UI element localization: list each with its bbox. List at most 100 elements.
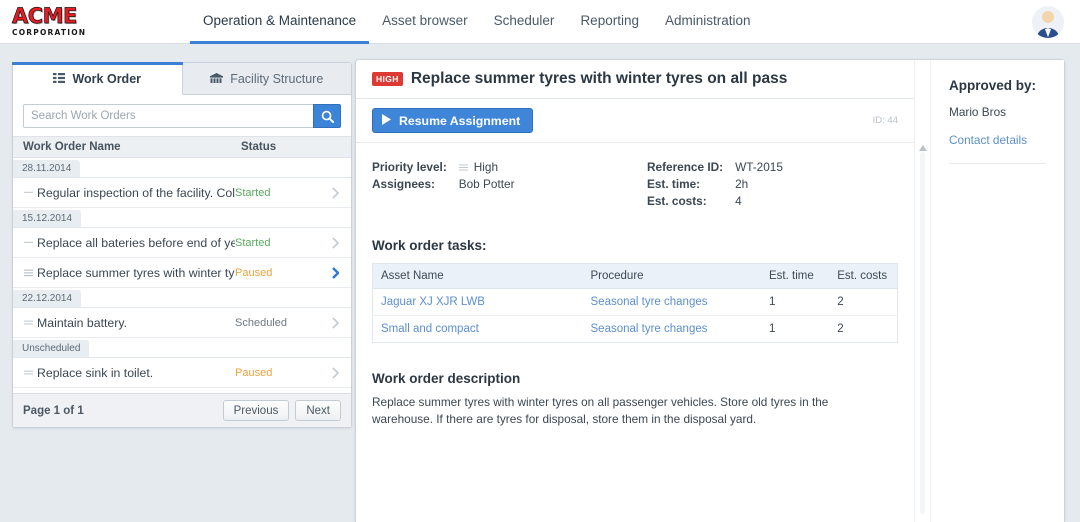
user-avatar-icon[interactable]	[1032, 6, 1064, 38]
task-asset-link[interactable]: Jaguar XJ XJR LWB	[372, 288, 583, 316]
tasks-col-est-time: Est. time	[761, 263, 830, 289]
tasks-col-est-costs: Est. costs	[829, 263, 898, 289]
meta-value-priority: High	[473, 160, 499, 174]
work-order-row[interactable]: Regular inspection of the facility. Coll…	[13, 178, 351, 208]
tasks-section-title: Work order tasks:	[372, 238, 487, 253]
page-indicator: Page 1 of 1	[23, 404, 84, 417]
drag-handle-icon	[21, 189, 35, 196]
scrollbar-track[interactable]	[920, 152, 925, 514]
tasks-col-asset-name: Asset Name	[372, 263, 583, 289]
work-order-name: Maintain battery.	[37, 315, 127, 330]
meta-key-est-costs: Est. costs:	[647, 194, 707, 208]
date-group-label: 28.11.2014	[13, 160, 81, 177]
work-order-name: Regular inspection of the facility. Coll…	[37, 185, 235, 200]
tab-facility-structure[interactable]: Facility Structure	[182, 63, 351, 94]
search-input[interactable]	[23, 104, 313, 128]
chevron-right-icon[interactable]	[327, 186, 343, 199]
date-group-label: 15.12.2014	[13, 210, 82, 227]
table-row: Jaguar XJ XJR LWB Seasonal tyre changes …	[372, 288, 898, 316]
tab-label: Facility Structure	[230, 71, 324, 86]
work-order-row-selected[interactable]: Replace summer tyres with winter tyres o…	[13, 258, 351, 288]
meta-column-left: Priority level: Assignees: High Bob Pott…	[372, 159, 647, 210]
meta-value-priority-wrap: High	[458, 159, 499, 176]
nav-item-administration[interactable]: Administration	[652, 0, 764, 44]
next-page-button[interactable]: Next	[295, 400, 341, 421]
detail-scrollbar[interactable]	[914, 60, 930, 522]
tasks-col-procedure: Procedure	[582, 263, 761, 289]
work-order-detail-panel: HIGH Replace summer tyres with winter ty…	[355, 59, 1065, 522]
approved-by-title: Approved by:	[949, 78, 1037, 93]
date-group-header: 15.12.2014	[13, 208, 351, 228]
meta-keys-right: Reference ID: Est. time: Est. costs:	[647, 159, 723, 210]
acme-logo[interactable]: ACME CORPORATION	[12, 5, 142, 38]
work-order-row[interactable]: Replace sink in toilet. Paused	[13, 358, 351, 388]
pagination-bar: Page 1 of 1 Previous Next	[13, 393, 351, 427]
work-order-row[interactable]: Maintain battery. Scheduled	[13, 308, 351, 338]
work-order-row[interactable]: Replace all bateries before end of year.…	[13, 228, 351, 258]
meta-key-est-time: Est. time:	[647, 177, 701, 191]
nav-label: Reporting	[580, 13, 639, 28]
meta-value-reference-id: WT-2015	[735, 160, 783, 174]
search-icon	[321, 110, 334, 123]
work-order-list-panel: Work Order Facility Structure Search Wor…	[12, 62, 352, 428]
meta-key-reference-id: Reference ID:	[647, 160, 724, 174]
meta-column-right: Reference ID: Est. time: Est. costs: WT-…	[647, 159, 783, 210]
contact-details-link[interactable]: Contact details	[949, 133, 1046, 147]
resume-assignment-button[interactable]: Resume Assignment	[372, 108, 534, 133]
task-est-costs: 2	[837, 323, 844, 335]
work-order-id: ID: 44	[872, 115, 898, 126]
description-body: Replace summer tyres with winter tyres o…	[372, 395, 829, 426]
nav-item-scheduler[interactable]: Scheduler	[481, 0, 568, 44]
work-order-status: Paused	[235, 366, 273, 379]
meta-value-est-time: 2h	[735, 177, 749, 191]
work-order-name: Replace sink in toilet.	[37, 365, 154, 380]
logo-sub-text: CORPORATION	[12, 28, 87, 37]
page-title: Replace summer tyres with winter tyres o…	[410, 70, 788, 87]
search-button[interactable]	[313, 104, 341, 128]
nav-item-operation-maintenance[interactable]: Operation & Maintenance	[190, 0, 370, 44]
nav-label: Operation & Maintenance	[203, 13, 357, 28]
work-order-status: Scheduled	[235, 316, 287, 329]
user-avatar-glyph	[1032, 6, 1064, 38]
drag-handle-icon	[21, 320, 35, 326]
drag-handle-icon	[21, 370, 35, 376]
date-group-header: Unscheduled	[13, 338, 351, 358]
task-est-time: 1	[769, 323, 776, 335]
meta-values-right: WT-2015 2h 4	[735, 159, 783, 210]
meta-value-assignees: Bob Potter	[458, 177, 515, 191]
chevron-right-icon[interactable]	[327, 316, 343, 329]
meta-value-est-costs: 4	[735, 194, 742, 208]
list-column-headers: Work Order Name Status	[13, 136, 351, 158]
detail-meta: Priority level: Assignees: High Bob Pott…	[356, 143, 914, 210]
list-grid-icon	[53, 72, 66, 86]
table-row: Small and compact Seasonal tyre changes …	[373, 316, 898, 343]
task-asset-link[interactable]: Small and compact	[373, 316, 583, 343]
tab-work-order[interactable]: Work Order	[12, 62, 183, 95]
work-order-name: Replace all bateries before end of year.	[37, 235, 235, 250]
column-header-status: Status	[241, 141, 277, 153]
date-group-header: 28.11.2014	[13, 158, 351, 178]
task-est-costs: 2	[829, 288, 898, 316]
nav-item-asset-browser[interactable]: Asset browser	[369, 0, 481, 44]
meta-keys-left: Priority level: Assignees:	[372, 159, 447, 210]
nav-label: Administration	[664, 13, 751, 28]
chevron-right-icon[interactable]	[327, 366, 343, 379]
previous-page-button[interactable]: Previous	[222, 400, 290, 421]
priority-badge: HIGH	[372, 72, 403, 86]
chevron-right-icon[interactable]	[327, 236, 343, 249]
resume-assignment-label: Resume Assignment	[399, 113, 521, 128]
task-procedure-link[interactable]: Seasonal tyre changes	[583, 316, 762, 343]
logo-main-text: ACME	[12, 4, 78, 28]
chevron-right-icon[interactable]	[327, 266, 343, 279]
nav-label: Scheduler	[493, 13, 555, 28]
drag-handle-icon	[21, 239, 35, 246]
detail-main-column: HIGH Replace summer tyres with winter ty…	[356, 60, 914, 522]
meta-key-assignees: Assignees:	[372, 177, 435, 191]
tasks-header-row: Asset Name Procedure Est. time Est. cost…	[372, 263, 898, 289]
task-est-time: 1	[761, 288, 830, 316]
task-procedure-link[interactable]: Seasonal tyre changes	[582, 288, 761, 316]
tasks-table-wrap: Asset Name Procedure Est. time Est. cost…	[356, 253, 914, 343]
work-order-status: Started	[235, 236, 271, 249]
nav-item-reporting[interactable]: Reporting	[567, 0, 652, 44]
priority-level-icon	[458, 159, 468, 176]
